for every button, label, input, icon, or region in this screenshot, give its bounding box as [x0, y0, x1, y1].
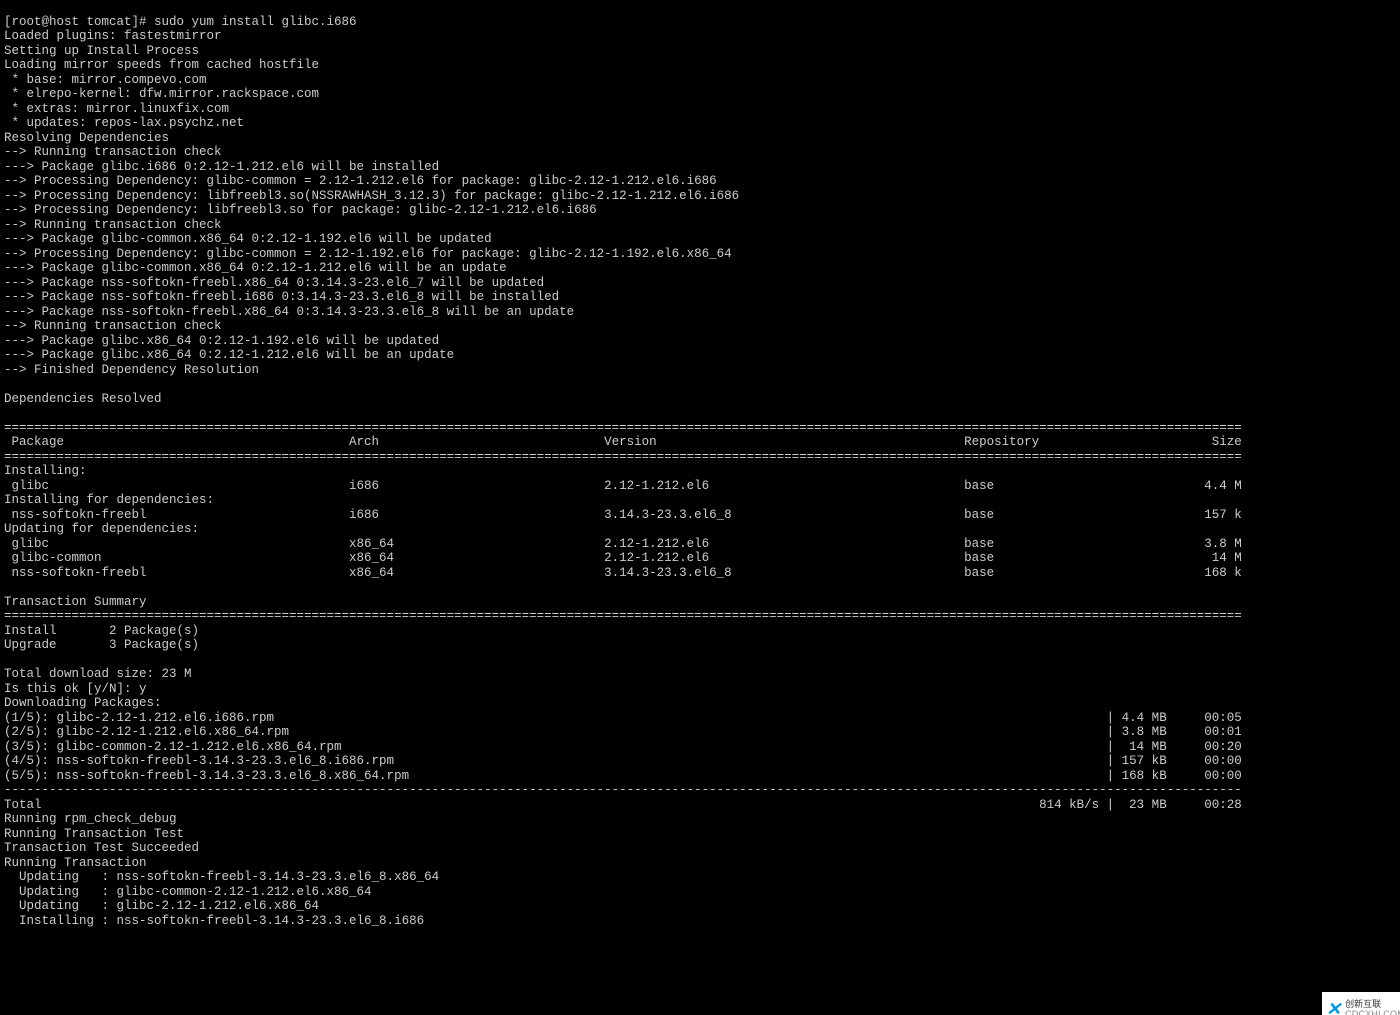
watermark-logo-icon: ✕ — [1326, 1000, 1341, 1015]
terminal-output[interactable]: [root@host tomcat]# sudo yum install gli… — [0, 13, 1400, 931]
watermark-badge: ✕ 创新互联 CDCXHLCOM — [1322, 992, 1400, 1015]
watermark-subbrand: CDCXHLCOM — [1345, 1010, 1400, 1015]
